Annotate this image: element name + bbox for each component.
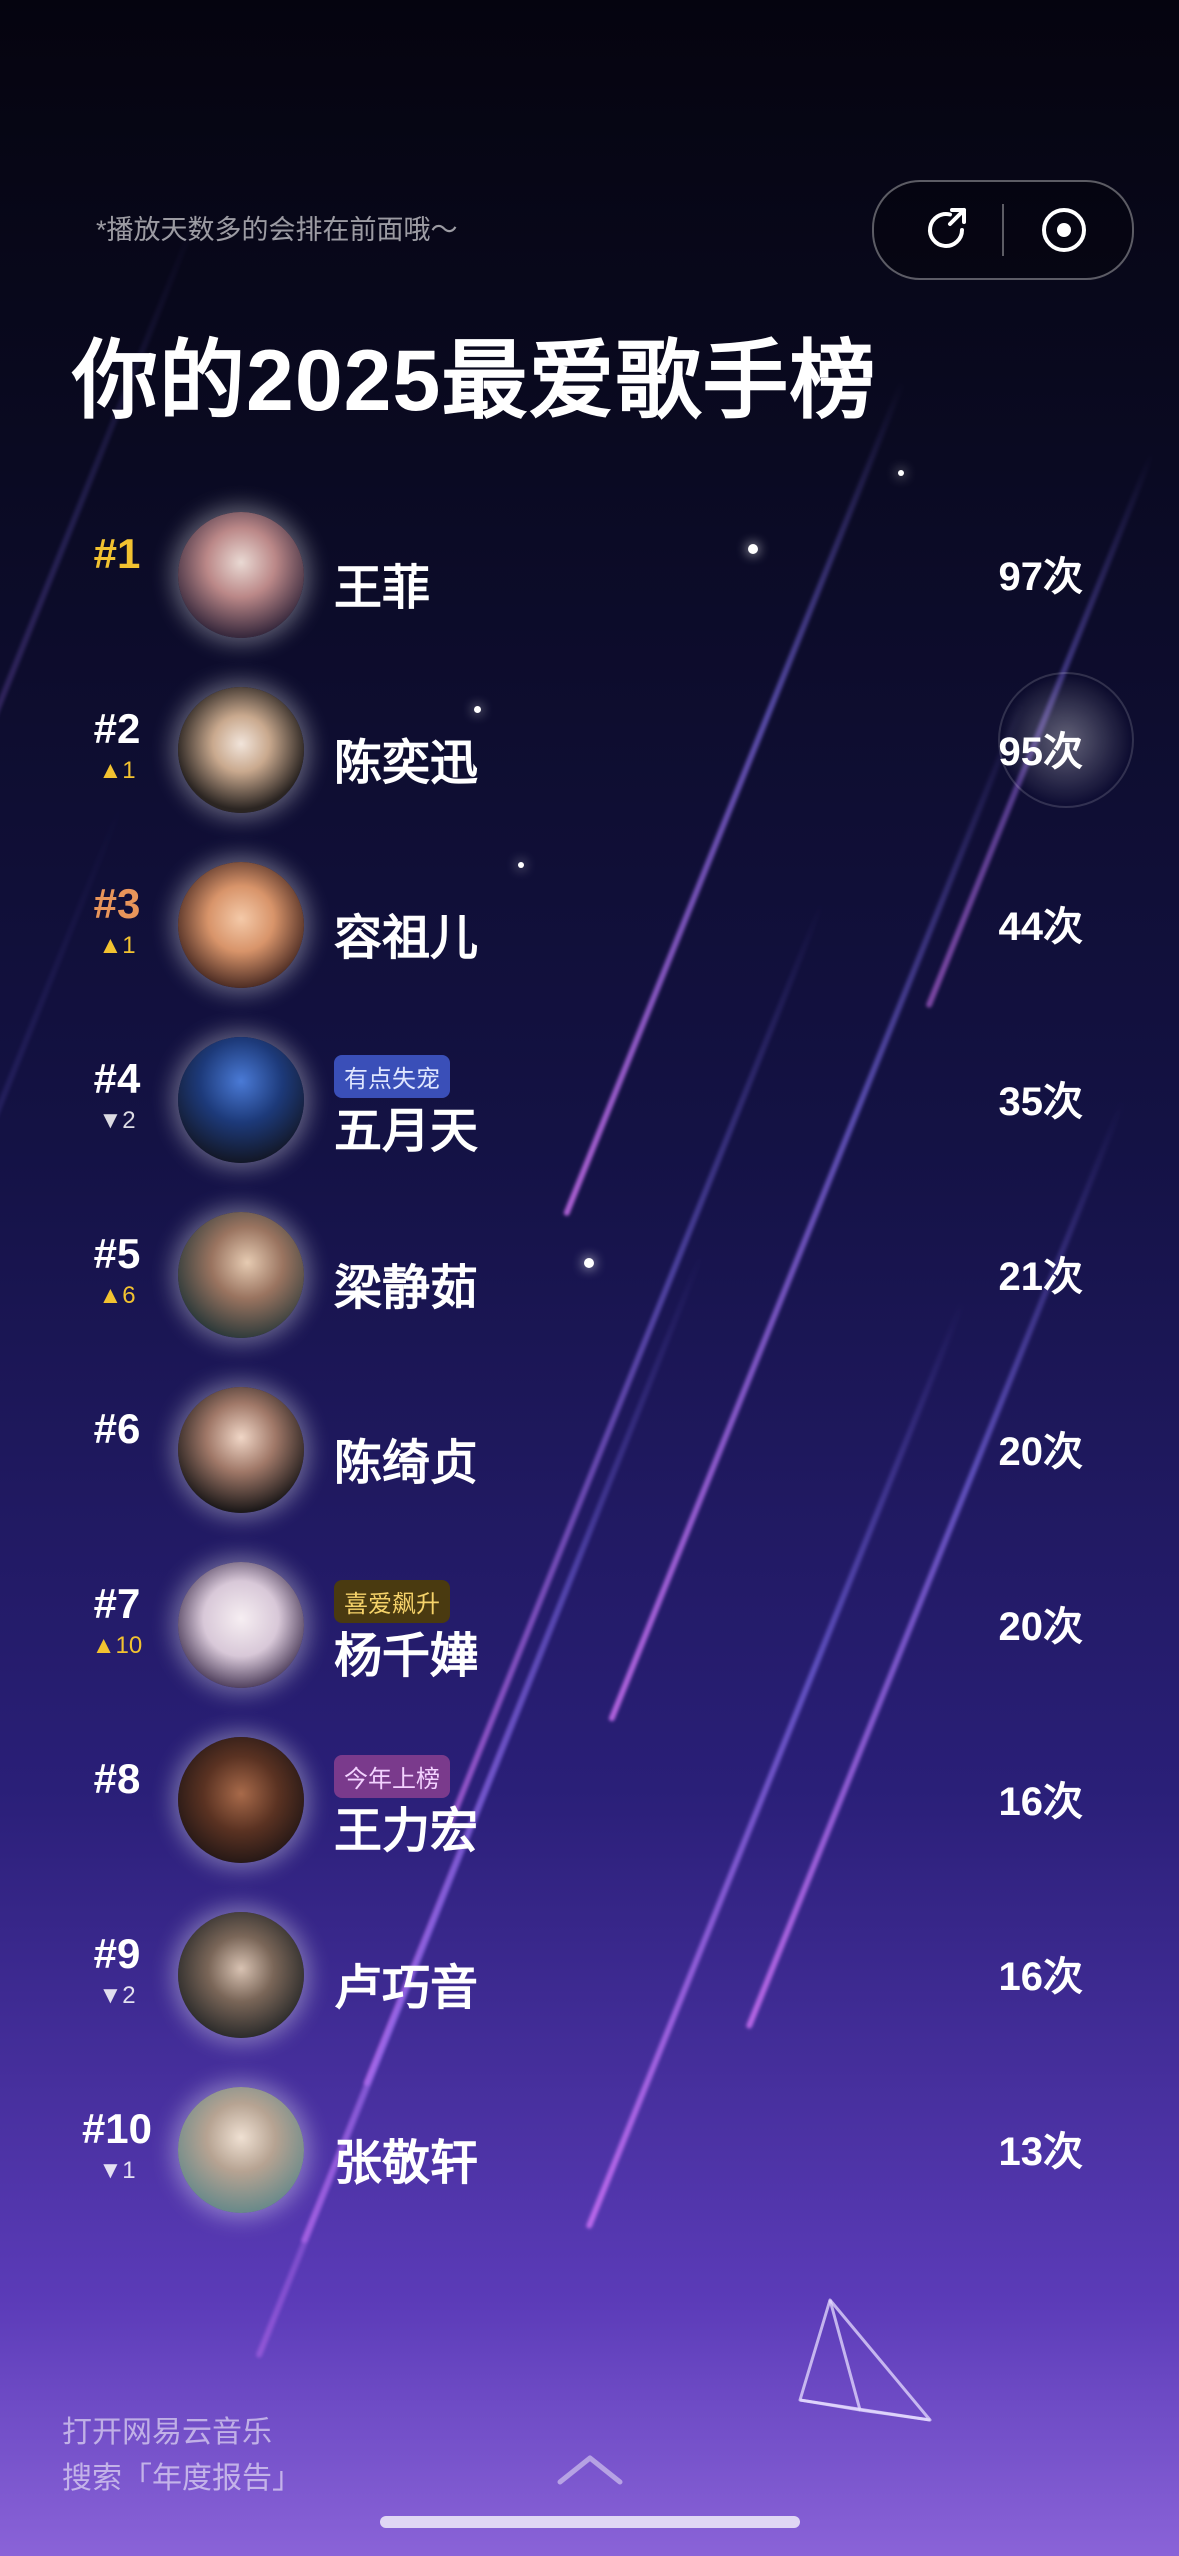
- artist-name: 张敬轩: [334, 2137, 479, 2190]
- artist-row[interactable]: #10 ▼1 张敬轩 13次: [0, 2075, 1179, 2225]
- play-count: 16次: [998, 1780, 1084, 1824]
- rank-change: ▲6: [98, 1282, 136, 1309]
- action-pill: [872, 180, 1134, 280]
- artist-row[interactable]: #1 王菲 97次: [0, 500, 1179, 650]
- rank-change: ▲10: [91, 1632, 143, 1659]
- avatar: [178, 862, 304, 988]
- artist-row[interactable]: #8 今年上榜 王力宏 16次: [0, 1725, 1179, 1875]
- artist-row[interactable]: #2 ▲1 陈奕迅 95次: [0, 675, 1179, 825]
- footer-line-2: 搜索「年度报告」: [62, 2462, 302, 2495]
- rank-label: #1: [93, 530, 141, 577]
- avatar: [178, 1562, 304, 1688]
- home-indicator[interactable]: [380, 2516, 800, 2528]
- rank-change: ▲1: [98, 932, 136, 959]
- avatar: [178, 512, 304, 638]
- chevron-up-icon[interactable]: [554, 2450, 626, 2490]
- artist-name: 五月天: [334, 1105, 479, 1158]
- artist-name: 陈绮贞: [334, 1437, 479, 1490]
- rank-label: #2: [93, 705, 141, 752]
- rank-change: ▼2: [98, 1982, 136, 2009]
- artist-row[interactable]: #6 陈绮贞 20次: [0, 1375, 1179, 1525]
- rank-label: #4: [93, 1055, 141, 1102]
- artist-name: 陈奕迅: [334, 737, 479, 790]
- avatar: [178, 687, 304, 813]
- play-count: 20次: [998, 1430, 1084, 1474]
- avatar: [178, 2087, 304, 2213]
- page-title: 你的2025最爱歌手榜: [72, 333, 877, 429]
- avatar: [178, 1037, 304, 1163]
- rank-label: #10: [81, 2105, 153, 2152]
- rank-label: #5: [93, 1230, 141, 1277]
- artist-row[interactable]: #5 ▲6 梁静茹 21次: [0, 1200, 1179, 1350]
- rank-label: #3: [93, 880, 141, 927]
- footer-line-1: 打开网易云音乐: [62, 2416, 272, 2449]
- play-count: 95次: [998, 730, 1084, 774]
- artist-row[interactable]: #9 ▼2 卢巧音 16次: [0, 1900, 1179, 2050]
- footer-hint: 打开网易云音乐 搜索「年度报告」: [62, 2410, 302, 2502]
- rank-label: #7: [93, 1580, 141, 1627]
- rank-label: #8: [93, 1755, 141, 1802]
- record-icon[interactable]: [1034, 200, 1094, 260]
- share-icon[interactable]: [918, 200, 978, 260]
- artist-name: 杨千嬅: [334, 1630, 479, 1683]
- artist-row[interactable]: #7 ▲10 喜爱飙升 杨千嬅 20次: [0, 1550, 1179, 1700]
- ranking-hint: *播放天数多的会排在前面哦～: [96, 215, 458, 245]
- play-count: 21次: [998, 1255, 1084, 1299]
- rank-change: ▼1: [98, 2157, 136, 2184]
- artist-name: 梁静茹: [334, 1262, 479, 1315]
- paper-plane-icon: [798, 2298, 932, 2422]
- play-count: 97次: [998, 555, 1084, 599]
- play-count: 20次: [998, 1605, 1084, 1649]
- avatar: [178, 1912, 304, 2038]
- play-count: 16次: [998, 1955, 1084, 1999]
- avatar: [178, 1387, 304, 1513]
- artist-name: 王力宏: [334, 1805, 479, 1858]
- artist-row[interactable]: #3 ▲1 容祖儿 44次: [0, 850, 1179, 1000]
- play-count: 35次: [998, 1080, 1084, 1124]
- play-count: 13次: [998, 2130, 1084, 2174]
- rank-change: ▼2: [98, 1107, 136, 1134]
- artist-name: 王菲: [334, 562, 431, 615]
- avatar: [178, 1212, 304, 1338]
- rank-label: #9: [93, 1930, 141, 1977]
- artist-row[interactable]: #4 ▼2 有点失宠 五月天 35次: [0, 1025, 1179, 1175]
- artist-name: 卢巧音: [334, 1962, 479, 2015]
- play-count: 44次: [998, 905, 1084, 949]
- rank-label: #6: [93, 1405, 141, 1452]
- rank-change: ▲1: [98, 757, 136, 784]
- avatar: [178, 1737, 304, 1863]
- artist-name: 容祖儿: [334, 912, 479, 965]
- action-divider: [1002, 204, 1004, 256]
